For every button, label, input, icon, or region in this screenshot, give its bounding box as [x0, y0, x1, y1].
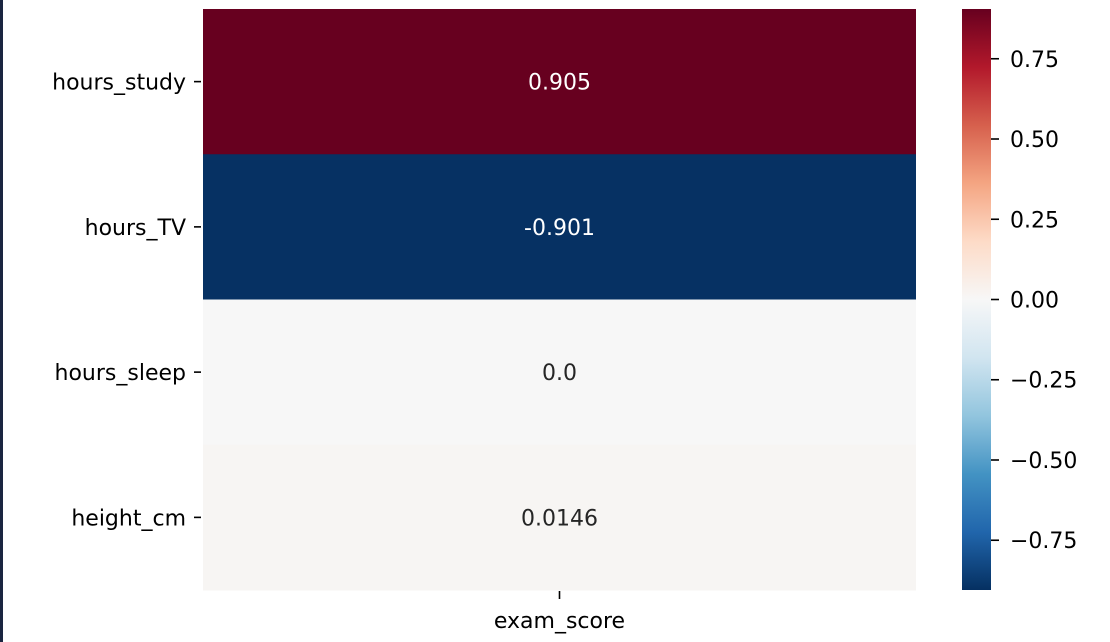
heatmap-chart: 0.905 -0.901 0.0 0.0146 hours_study hours_TV… [52, 9, 1077, 634]
colorbar-tick-label: 0.75 [1010, 48, 1059, 73]
colorbar-tick-label: 0.25 [1010, 208, 1059, 233]
colorbar-tick-label: −0.50 [1010, 449, 1077, 474]
colorbar-tick-label: −0.25 [1010, 369, 1077, 394]
y-tick-label: hours_TV [85, 216, 186, 241]
cell-annotation: 0.0146 [521, 506, 598, 531]
colorbar-tick-label: 0.00 [1010, 289, 1059, 314]
colorbar-tick-label: 0.50 [1010, 128, 1059, 153]
y-tick-label: height_cm [71, 506, 186, 531]
colorbar [962, 9, 991, 590]
colorbar-tick-label: −0.75 [1010, 529, 1077, 554]
cell-annotation: 0.0 [542, 361, 577, 386]
x-tick-label: exam_score [494, 609, 625, 634]
cell-annotation: -0.901 [524, 216, 595, 241]
cell-annotation: 0.905 [528, 71, 591, 96]
y-tick-label: hours_study [52, 71, 186, 96]
y-tick-label: hours_sleep [55, 361, 186, 386]
